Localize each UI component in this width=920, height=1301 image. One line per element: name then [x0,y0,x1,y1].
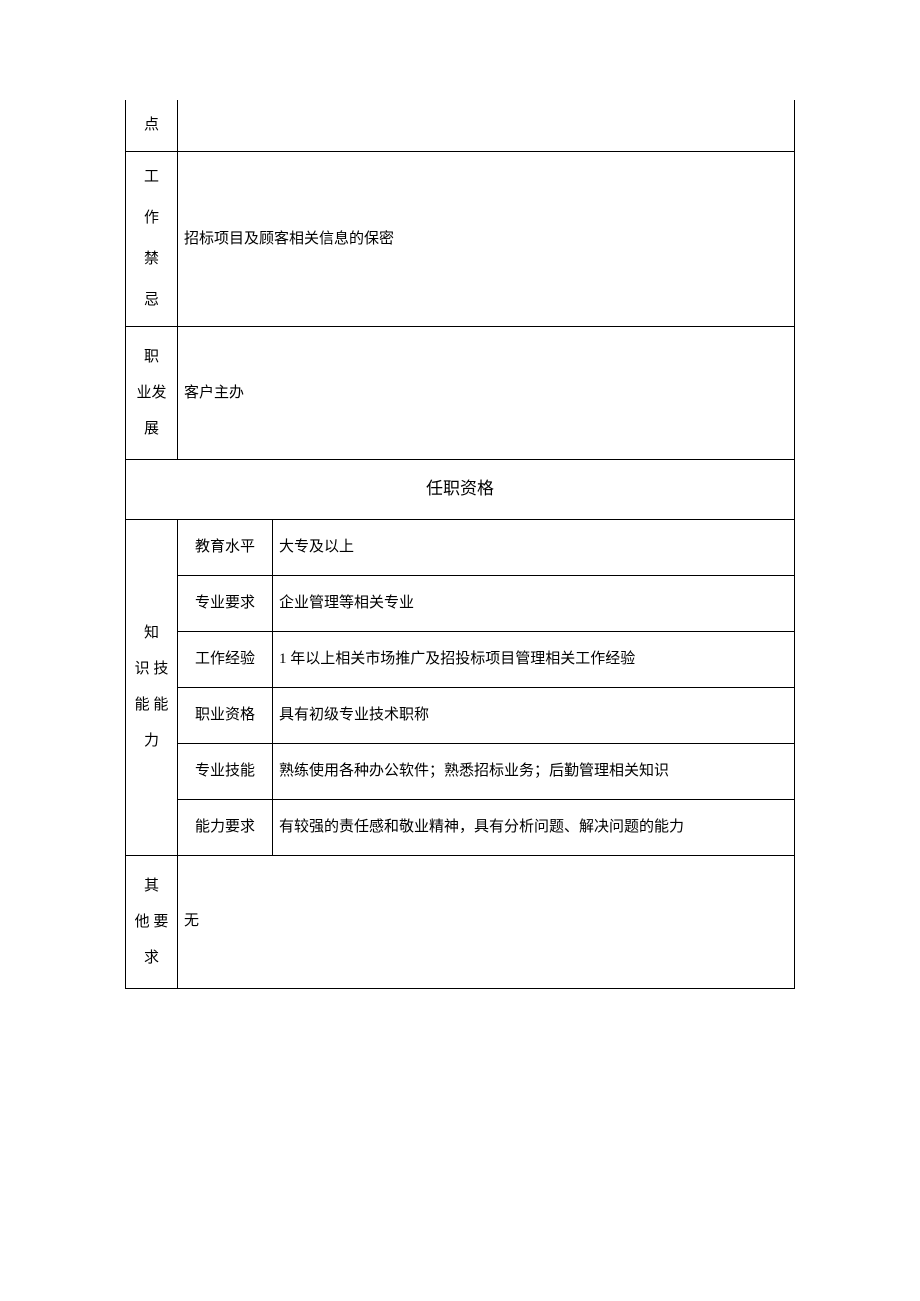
value-knowledge-4: 熟练使用各种办公软件；熟悉招标业务；后勤管理相关知识 [273,743,795,799]
row-other-req: 其 他 要 求 无 [126,855,795,988]
value-knowledge-2: 1 年以上相关市场推广及招投标项目管理相关工作经验 [273,631,795,687]
label-work-taboo: 工 作 禁 忌 [126,152,178,327]
value-dian [178,100,795,152]
row-career-dev: 职 业发 展 客户主办 [126,327,795,460]
value-knowledge-1: 企业管理等相关专业 [273,575,795,631]
label-career-dev-lines: 职 业发 展 [130,339,173,447]
value-knowledge-5: 有较强的责任感和敬业精神，具有分析问题、解决问题的能力 [273,799,795,855]
label-other-req: 其 他 要 求 [126,855,178,988]
label-knowledge-lines: 知 识 技 能 能 力 [130,615,173,759]
qualification-header: 任职资格 [126,460,795,520]
label-other-req-lines: 其 他 要 求 [130,868,173,976]
value-knowledge-0: 大专及以上 [273,519,795,575]
sublabel-knowledge-5: 能力要求 [178,799,273,855]
sublabel-knowledge-4: 专业技能 [178,743,273,799]
sublabel-knowledge-1: 专业要求 [178,575,273,631]
label-dian: 点 [126,100,178,152]
qualification-header-text: 任职资格 [426,479,494,498]
row-work-taboo: 工 作 禁 忌 招标项目及顾客相关信息的保密 [126,152,795,327]
row-knowledge-5: 能力要求 有较强的责任感和敬业精神，具有分析问题、解决问题的能力 [126,799,795,855]
row-dian: 点 [126,100,795,152]
label-career-dev: 职 业发 展 [126,327,178,460]
row-knowledge-2: 工作经验 1 年以上相关市场推广及招投标项目管理相关工作经验 [126,631,795,687]
value-career-dev: 客户主办 [178,327,795,460]
row-knowledge-1: 专业要求 企业管理等相关专业 [126,575,795,631]
row-knowledge-3: 职业资格 具有初级专业技术职称 [126,687,795,743]
job-description-table: 点 工 作 禁 忌 招标项目及顾客相关信息的保密 职 业发 展 客 [125,100,795,989]
value-career-dev-text: 客户主办 [184,385,244,401]
value-other-req: 无 [178,855,795,988]
value-work-taboo-text: 招标项目及顾客相关信息的保密 [184,231,394,247]
sublabel-knowledge-3: 职业资格 [178,687,273,743]
value-other-req-text: 无 [184,913,199,929]
label-work-taboo-chars: 工 作 禁 忌 [130,164,173,314]
row-qualification-header: 任职资格 [126,460,795,520]
sublabel-knowledge-0: 教育水平 [178,519,273,575]
row-knowledge-4: 专业技能 熟练使用各种办公软件；熟悉招标业务；后勤管理相关知识 [126,743,795,799]
row-knowledge-0: 知 识 技 能 能 力 教育水平 大专及以上 [126,519,795,575]
sublabel-knowledge-2: 工作经验 [178,631,273,687]
value-work-taboo: 招标项目及顾客相关信息的保密 [178,152,795,327]
value-knowledge-3: 具有初级专业技术职称 [273,687,795,743]
label-knowledge: 知 识 技 能 能 力 [126,519,178,855]
label-dian-text: 点 [144,117,159,133]
